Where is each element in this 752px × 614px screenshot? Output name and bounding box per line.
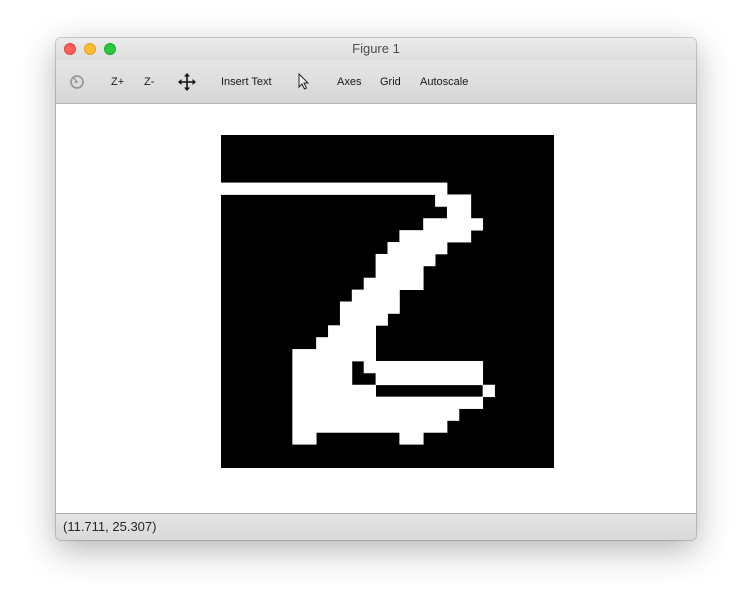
pixel-run xyxy=(221,182,448,195)
pixel-run xyxy=(328,325,377,338)
pixel-run xyxy=(482,384,495,398)
title-bar[interactable]: Figure 1 xyxy=(56,38,696,60)
insert-text-button[interactable]: Insert Text xyxy=(221,74,272,90)
digit-image xyxy=(221,135,554,468)
pixel-run xyxy=(399,230,472,243)
pixel-run xyxy=(339,301,400,314)
pixel-run xyxy=(292,372,353,386)
pixel-run xyxy=(387,242,448,255)
pixel-run xyxy=(375,372,484,386)
pixel-run xyxy=(351,289,400,302)
pixel-run xyxy=(292,384,377,398)
pixel-run xyxy=(435,194,472,207)
pixel-run xyxy=(316,337,376,350)
pixel-run xyxy=(292,408,460,421)
pixel-run xyxy=(363,360,484,374)
home-icon[interactable] xyxy=(67,72,87,92)
move-arrows-icon[interactable] xyxy=(177,72,197,92)
pixel-run xyxy=(292,420,448,433)
pixel-run xyxy=(292,432,317,445)
status-bar: (11.711, 25.307) xyxy=(56,513,696,540)
zoom-in-button[interactable]: Z+ xyxy=(111,74,124,90)
toolbar: Z+ Z- Insert Text Axes Grid Autoscale xyxy=(56,60,696,104)
pixel-run xyxy=(292,360,353,374)
zoom-out-button[interactable]: Z- xyxy=(144,74,154,90)
figure-window: Figure 1 Z+ Z- Insert Text Axes Grid Aut… xyxy=(56,38,696,540)
pixel-run xyxy=(292,396,484,409)
pixel-run xyxy=(375,265,424,279)
pixel-run xyxy=(423,218,484,231)
grid-button[interactable]: Grid xyxy=(380,74,401,90)
window-title: Figure 1 xyxy=(352,41,400,56)
pixel-run xyxy=(399,432,424,445)
pixel-run xyxy=(446,206,472,219)
autoscale-button[interactable]: Autoscale xyxy=(420,74,468,90)
pixel-run xyxy=(363,277,424,290)
pixel-run xyxy=(292,349,377,362)
pixel-run xyxy=(375,253,436,267)
cursor-coordinates: (11.711, 25.307) xyxy=(63,519,157,534)
pointer-arrow-icon[interactable] xyxy=(294,72,314,92)
axes-button[interactable]: Axes xyxy=(337,74,361,90)
figure-canvas[interactable] xyxy=(56,104,696,513)
pixel-run xyxy=(339,313,388,326)
